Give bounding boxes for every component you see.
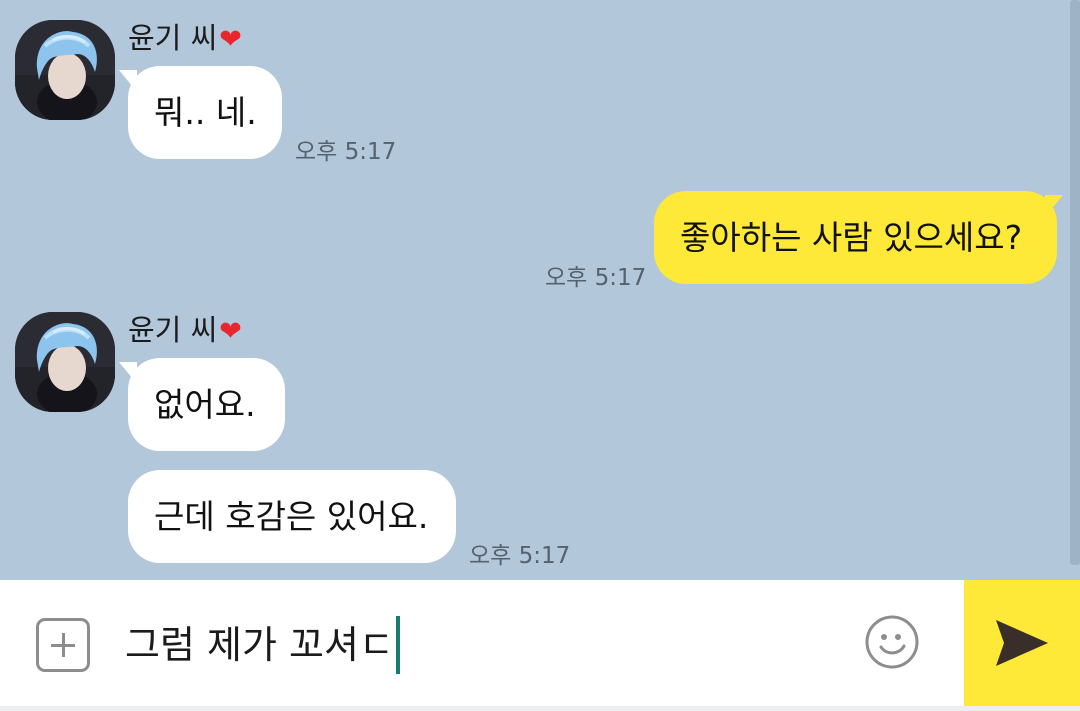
scrollbar[interactable] bbox=[1070, 0, 1080, 565]
bubble-tail bbox=[1045, 195, 1063, 217]
message-time: 오후 5:17 bbox=[295, 139, 397, 165]
avatar-portrait-icon bbox=[15, 312, 115, 412]
smiley-icon[interactable] bbox=[864, 614, 920, 670]
text-caret bbox=[395, 616, 400, 674]
message-text: 없어요. bbox=[154, 384, 256, 424]
message-text: 근데 호감은 있어요. bbox=[154, 496, 429, 536]
heart-icon: ❤ bbox=[219, 316, 242, 347]
send-arrow-icon bbox=[996, 620, 1048, 666]
avatar-portrait-icon bbox=[15, 20, 115, 120]
plus-square-icon[interactable] bbox=[36, 618, 90, 672]
message-input-bar: 그럼 제가 꼬셔ㄷ bbox=[0, 580, 1080, 711]
sender-avatar[interactable] bbox=[15, 312, 115, 412]
sender-name: 윤기 씨❤ bbox=[128, 312, 242, 350]
message-time: 오후 5:17 bbox=[545, 265, 647, 291]
sender-avatar[interactable] bbox=[15, 20, 115, 120]
message-bubble-incoming[interactable]: 뭐.. 네. bbox=[128, 66, 282, 159]
message-input[interactable]: 그럼 제가 꼬셔ㄷ bbox=[125, 616, 400, 674]
message-time: 오후 5:17 bbox=[469, 543, 571, 569]
sender-name-text: 윤기 씨 bbox=[128, 21, 218, 55]
message-text: 뭐.. 네. bbox=[154, 92, 257, 132]
heart-icon: ❤ bbox=[219, 24, 242, 55]
message-bubble-incoming[interactable]: 없어요. bbox=[128, 358, 285, 451]
message-input-value: 그럼 제가 꼬셔ㄷ bbox=[125, 623, 394, 667]
send-button[interactable] bbox=[964, 580, 1080, 706]
message-text: 좋아하는 사람 있으세요? bbox=[680, 217, 1023, 257]
bottom-divider bbox=[0, 706, 1080, 711]
sender-name: 윤기 씨❤ bbox=[128, 20, 242, 58]
message-bubble-outgoing[interactable]: 좋아하는 사람 있으세요? bbox=[654, 191, 1057, 284]
chat-area[interactable]: 윤기 씨❤ 뭐.. 네. 오후 5:17 오후 5:17 좋아하는 사람 있으세… bbox=[0, 0, 1080, 580]
message-bubble-incoming[interactable]: 근데 호감은 있어요. bbox=[128, 470, 456, 563]
sender-name-text: 윤기 씨 bbox=[128, 313, 218, 347]
